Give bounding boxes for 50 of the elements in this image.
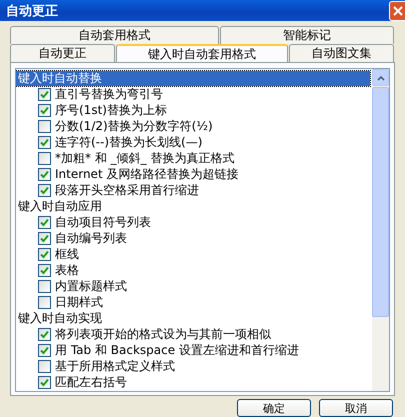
- close-button[interactable]: [389, 0, 405, 20]
- window-title: 自动更正: [6, 2, 58, 20]
- checkbox[interactable]: [38, 120, 51, 132]
- option-label: 表格: [55, 262, 79, 278]
- option-label: 用 Tab 和 Backspace 设置左缩进和首行缩进: [55, 342, 299, 358]
- checkbox[interactable]: [38, 232, 51, 244]
- option-label: 分数(1/2)替换为分数字符(½): [55, 118, 213, 134]
- checkbox[interactable]: [38, 360, 51, 372]
- option-label: 连字符(--)替换为长划线(—): [55, 134, 202, 150]
- checkbox[interactable]: [38, 280, 51, 292]
- tab[interactable]: 自动图文集: [289, 44, 394, 62]
- checkbox[interactable]: [38, 216, 51, 228]
- group-header[interactable]: 键入时自动应用: [16, 198, 370, 214]
- dialog-button[interactable]: 取消: [319, 399, 393, 417]
- checkbox[interactable]: [38, 136, 51, 148]
- checkbox[interactable]: [38, 88, 51, 100]
- scrollbar[interactable]: [372, 69, 389, 391]
- option-label: 序号(1st)替换为上标: [55, 102, 167, 118]
- tab[interactable]: 自动套用格式: [10, 26, 219, 44]
- checkbox[interactable]: [38, 168, 51, 180]
- option-label: 直引号替换为弯引号: [55, 86, 163, 102]
- option-label: 基于所用格式定义样式: [55, 358, 175, 374]
- checkbox[interactable]: [38, 264, 51, 276]
- checkbox[interactable]: [38, 248, 51, 260]
- tab[interactable]: 自动更正: [10, 44, 115, 62]
- group-header[interactable]: 键入时自动替换: [16, 70, 370, 86]
- option-label: *加粗* 和 _倾斜_ 替换为真正格式: [55, 150, 234, 166]
- option-label: Internet 及网络路径替换为超链接: [55, 166, 238, 182]
- option-label: 内置标题样式: [55, 278, 127, 294]
- group-header[interactable]: 键入时自动实现: [16, 310, 370, 326]
- checkbox[interactable]: [38, 328, 51, 340]
- tab[interactable]: 智能标记: [220, 26, 394, 44]
- option-label: 框线: [55, 246, 79, 262]
- tab[interactable]: 键入时自动套用格式: [116, 44, 288, 62]
- checkbox[interactable]: [38, 344, 51, 356]
- option-label: 自动项目符号列表: [55, 214, 151, 230]
- option-label: 日期样式: [55, 294, 103, 310]
- checkbox[interactable]: [38, 104, 51, 116]
- checkbox[interactable]: [38, 152, 51, 164]
- option-label: 段落开头空格采用首行缩进: [55, 182, 199, 198]
- scroll-thumb[interactable]: [372, 87, 389, 317]
- checkbox[interactable]: [38, 376, 51, 388]
- option-label: 将列表项开始的格式设为与其前一项相似: [55, 326, 271, 342]
- checkbox[interactable]: [38, 184, 51, 196]
- scroll-up-button[interactable]: [372, 69, 389, 86]
- dialog-button[interactable]: 确定: [237, 399, 311, 417]
- option-label: 匹配左右括号: [55, 374, 127, 390]
- option-label: 自动编号列表: [55, 230, 127, 246]
- close-icon: [392, 6, 402, 16]
- checkbox[interactable]: [38, 296, 51, 308]
